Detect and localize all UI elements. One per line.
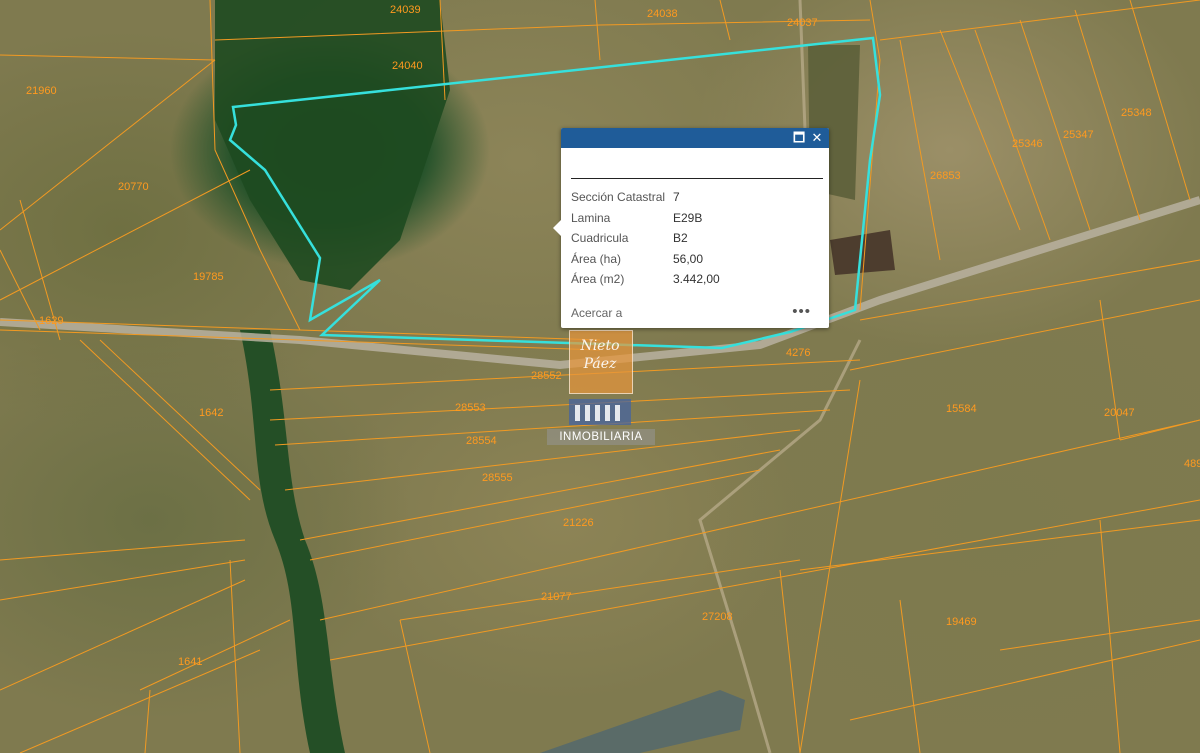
parcel-label: 28554 <box>466 435 497 447</box>
popup-title <box>571 148 823 179</box>
parcel-label: 21960 <box>26 85 57 97</box>
popup-attributes: Sección Catastral 7 Lamina E29B Cuadricula B2… <box>561 179 829 290</box>
parcel-label: 20770 <box>118 181 149 193</box>
attribute-row: Área (m2) 3.442,00 <box>571 269 819 290</box>
parcel-label: 24039 <box>390 4 421 16</box>
parcel-label: 15584 <box>946 403 977 415</box>
attribute-label: Sección Catastral <box>571 190 666 205</box>
parcel-label: 28555 <box>482 472 513 484</box>
watermark-columns-icon <box>569 399 631 425</box>
maximize-icon[interactable]: 🗖 <box>791 130 807 146</box>
attribute-value: 3.442,00 <box>673 272 720 287</box>
parcel-label: 1642 <box>199 407 224 419</box>
parcel-label: 27208 <box>702 611 733 623</box>
attribute-value: B2 <box>673 231 688 246</box>
watermark-logo: Nieto Páez INMOBILIARIA <box>547 325 655 447</box>
popup-header: 🗖 ✕ <box>561 128 829 148</box>
attribute-label: Cuadricula <box>571 231 629 246</box>
watermark-text: INMOBILIARIA <box>547 429 655 445</box>
parcel-label: 1641 <box>178 656 203 668</box>
parcel-label: 20047 <box>1104 407 1135 419</box>
parcel-label: 19469 <box>946 616 977 628</box>
parcel-label: 21226 <box>563 517 594 529</box>
attribute-value: E29B <box>673 210 703 225</box>
parcel-label: 489 <box>1184 458 1200 470</box>
reservoir <box>540 690 745 753</box>
river <box>240 330 345 753</box>
parcel-label: 24040 <box>392 60 423 72</box>
parcel-label: 26853 <box>930 170 961 182</box>
feature-popup[interactable]: 🗖 ✕ Sección Catastral 7 Lamina E29B Cuadricu… <box>553 128 829 328</box>
attribute-row: Cuadricula B2 <box>571 228 819 249</box>
watermark-script: Nieto Páez <box>569 337 631 373</box>
popup-pointer <box>553 220 561 236</box>
attribute-label: Área (m2) <box>571 272 625 287</box>
parcel-label: 24038 <box>647 8 678 20</box>
parcel-label: 25347 <box>1063 129 1094 141</box>
attribute-value: 56,00 <box>673 251 704 266</box>
parcel-label: 25346 <box>1012 138 1043 150</box>
zoom-to-link[interactable]: Acercar a <box>571 306 622 320</box>
attribute-row: Área (ha) 56,00 <box>571 249 819 270</box>
parcel-label: 19785 <box>193 271 224 283</box>
attribute-value: 7 <box>673 190 680 205</box>
parcel-label: 25348 <box>1121 107 1152 119</box>
parcel-label: 28553 <box>455 402 486 414</box>
attribute-label: Área (ha) <box>571 251 622 266</box>
dirt-road <box>698 339 862 753</box>
popup-footer: Acercar a ••• <box>561 302 829 328</box>
attribute-row: Lamina E29B <box>571 208 819 229</box>
parcel-label: 24037 <box>787 17 818 29</box>
watermark-script-line2: Páez <box>583 356 617 372</box>
watermark-script-line1: Nieto <box>580 338 620 354</box>
attribute-label: Lamina <box>571 210 611 225</box>
parcel-label: 21077 <box>541 591 572 603</box>
close-icon[interactable]: ✕ <box>809 130 825 146</box>
more-options-icon[interactable]: ••• <box>792 303 811 320</box>
parcel-label: 1629 <box>39 315 64 327</box>
forest-area <box>215 0 450 290</box>
attribute-row: Sección Catastral 7 <box>571 187 819 208</box>
parcel-label: 4276 <box>786 347 811 359</box>
satellite-map[interactable]: 24039 24038 24037 24040 21960 20770 19785 25346… <box>0 0 1200 753</box>
